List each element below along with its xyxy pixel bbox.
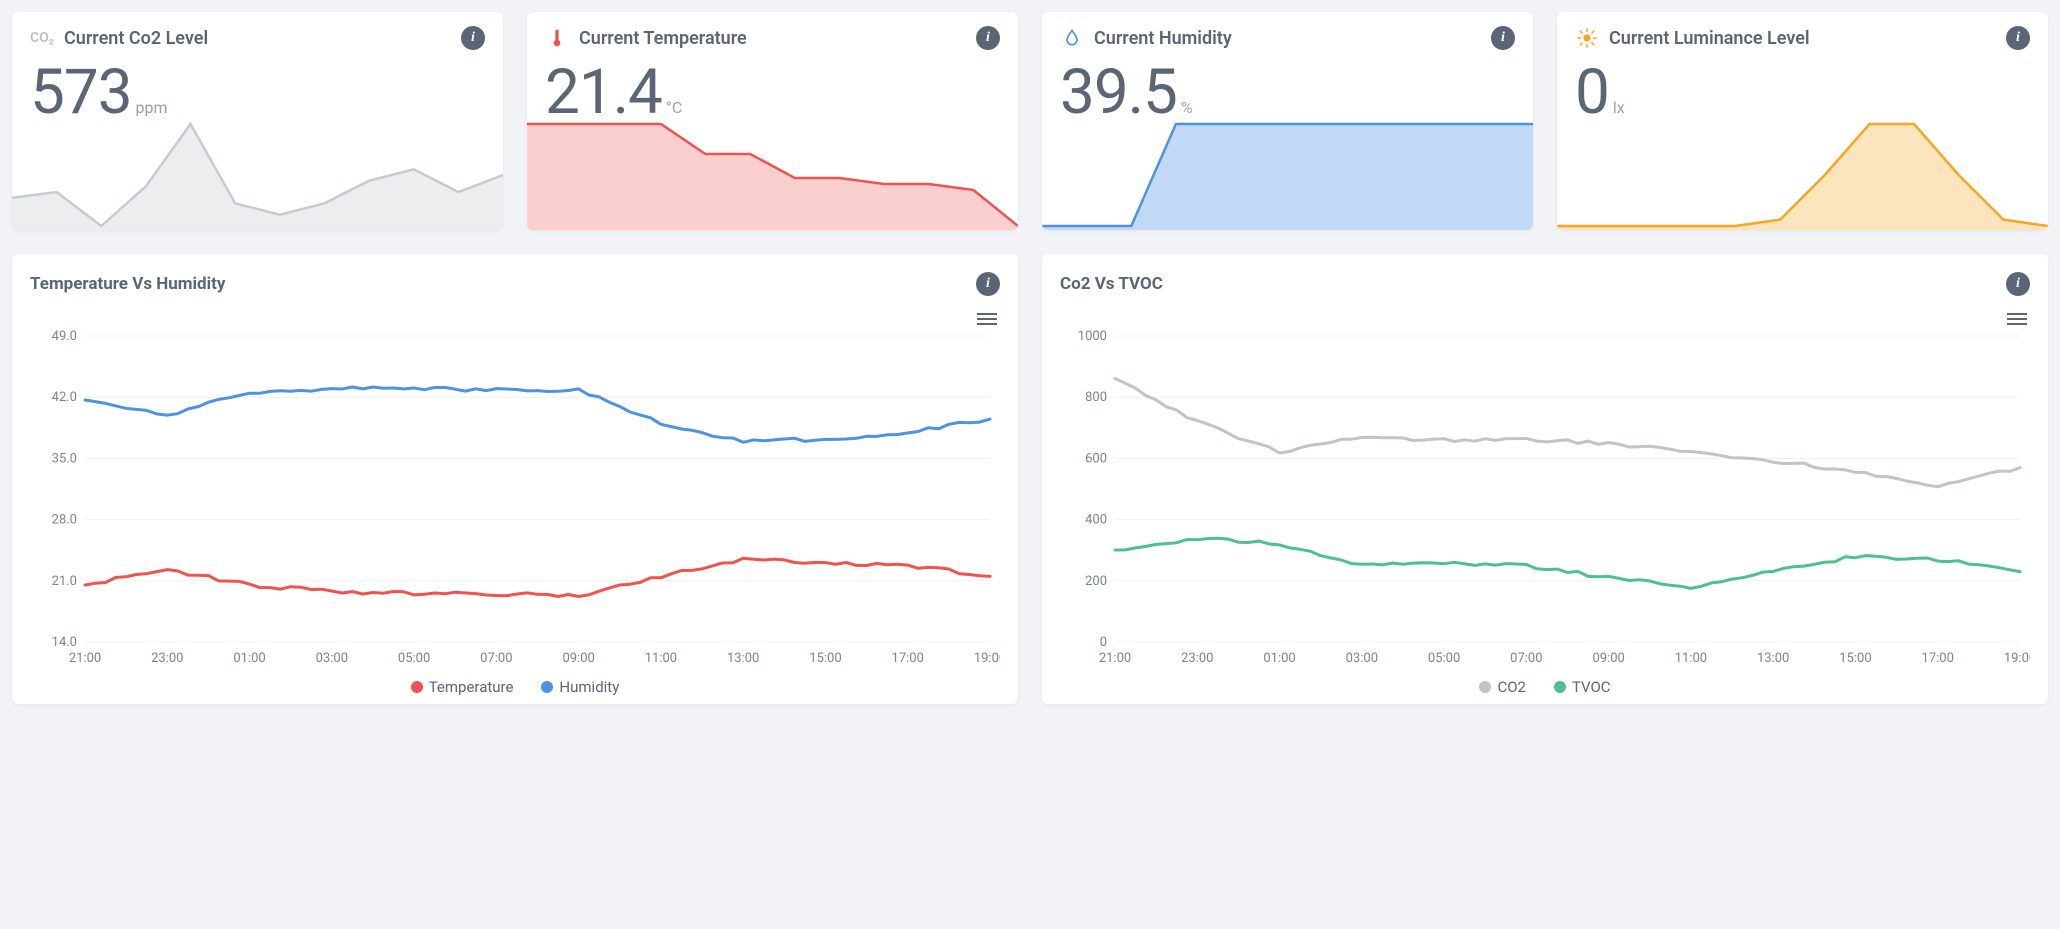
svg-text:01:00: 01:00 [233, 651, 265, 666]
chart-menu-icon[interactable] [2004, 308, 2030, 330]
svg-text:23:00: 23:00 [1181, 651, 1213, 666]
svg-text:13:00: 13:00 [727, 651, 759, 666]
svg-text:09:00: 09:00 [562, 651, 594, 666]
svg-text:11:00: 11:00 [1675, 651, 1707, 666]
svg-text:19:00: 19:00 [974, 651, 1000, 666]
chart-plot: 0 200 400 600 800 1000 21:00 23:00 01:00 03:00 05:… [1060, 330, 2030, 674]
legend-label: Temperature [429, 678, 514, 696]
svg-text:600: 600 [1085, 451, 1107, 466]
info-icon[interactable]: i [2006, 272, 2030, 296]
svg-text:03:00: 03:00 [1346, 651, 1378, 666]
info-icon[interactable]: i [1491, 26, 1515, 50]
svg-text:42.0: 42.0 [52, 390, 77, 405]
svg-text:21.0: 21.0 [52, 574, 77, 589]
legend-item-tvoc[interactable]: TVOC [1554, 678, 1611, 696]
bulb-icon [1575, 26, 1599, 50]
chart-title: Temperature Vs Humidity [30, 274, 976, 294]
legend-label: TVOC [1572, 678, 1611, 696]
legend-item-co2[interactable]: CO2 [1479, 678, 1526, 696]
kpi-title: Current Humidity [1094, 28, 1481, 49]
svg-text:11:00: 11:00 [645, 651, 677, 666]
svg-text:17:00: 17:00 [892, 651, 924, 666]
kpi-row: CO₂ Current Co2 Level i 573 ppm Current … [12, 12, 2048, 230]
kpi-unit: lx [1613, 98, 1625, 117]
svg-text:01:00: 01:00 [1263, 651, 1295, 666]
svg-text:17:00: 17:00 [1922, 651, 1954, 666]
svg-text:35.0: 35.0 [52, 451, 77, 466]
kpi-unit: % [1181, 98, 1193, 117]
svg-text:0: 0 [1100, 635, 1107, 650]
svg-text:28.0: 28.0 [52, 513, 77, 528]
svg-text:09:00: 09:00 [1592, 651, 1624, 666]
svg-text:800: 800 [1085, 390, 1107, 405]
sparkline-co2 [12, 120, 503, 230]
svg-text:05:00: 05:00 [398, 651, 430, 666]
droplet-icon [1060, 26, 1084, 50]
info-icon[interactable]: i [461, 26, 485, 50]
chart-title: Co2 Vs TVOC [1060, 274, 2006, 294]
sparkline-humidity [1042, 120, 1533, 230]
svg-text:13:00: 13:00 [1757, 651, 1789, 666]
svg-text:1000: 1000 [1078, 330, 1107, 344]
sparkline-temperature [527, 120, 1018, 230]
kpi-title: Current Luminance Level [1609, 28, 1996, 49]
chart-plot: 14.0 21.0 28.0 35.0 42.0 49.0 21:00 23:00 01:00 0… [30, 330, 1000, 674]
kpi-value: 0 [1575, 56, 1609, 129]
co2-icon: CO₂ [30, 26, 54, 50]
kpi-title: Current Temperature [579, 28, 966, 49]
chart-card-temp-hum: Temperature Vs Humidity i 14.0 21.0 28.0 35… [12, 254, 1018, 704]
svg-text:21:00: 21:00 [69, 651, 101, 666]
chart-row: Temperature Vs Humidity i 14.0 21.0 28.0 35… [12, 254, 2048, 704]
svg-text:23:00: 23:00 [151, 651, 183, 666]
svg-text:200: 200 [1085, 574, 1107, 589]
svg-text:49.0: 49.0 [52, 330, 77, 344]
legend-label: CO2 [1497, 678, 1526, 696]
svg-text:21:00: 21:00 [1099, 651, 1131, 666]
svg-text:07:00: 07:00 [480, 651, 512, 666]
svg-text:03:00: 03:00 [316, 651, 348, 666]
kpi-card-co2: CO₂ Current Co2 Level i 573 ppm [12, 12, 503, 230]
svg-text:14.0: 14.0 [52, 635, 77, 650]
chart-menu-icon[interactable] [974, 308, 1000, 330]
legend-label: Humidity [559, 678, 619, 696]
kpi-card-temperature: Current Temperature i 21.4 °C [527, 12, 1018, 230]
legend-item-humidity[interactable]: Humidity [541, 678, 619, 696]
thermometer-icon [545, 26, 569, 50]
kpi-value: 21.4 [545, 56, 662, 129]
svg-text:05:00: 05:00 [1428, 651, 1460, 666]
info-icon[interactable]: i [976, 272, 1000, 296]
svg-text:07:00: 07:00 [1510, 651, 1542, 666]
info-icon[interactable]: i [2006, 26, 2030, 50]
kpi-unit: ppm [136, 98, 168, 117]
chart-legend: Temperature Humidity [30, 678, 1000, 696]
kpi-card-luminance: Current Luminance Level i 0 lx [1557, 12, 2048, 230]
kpi-card-humidity: Current Humidity i 39.5 % [1042, 12, 1533, 230]
kpi-unit: °C [666, 98, 682, 117]
chart-legend: CO2 TVOC [1060, 678, 2030, 696]
svg-text:15:00: 15:00 [809, 651, 841, 666]
kpi-title: Current Co2 Level [64, 28, 451, 49]
svg-text:400: 400 [1085, 513, 1107, 528]
svg-text:15:00: 15:00 [1839, 651, 1871, 666]
legend-item-temperature[interactable]: Temperature [411, 678, 514, 696]
chart-card-co2-tvoc: Co2 Vs TVOC i 0 200 400 600 800 1000 21:00 23:0… [1042, 254, 2048, 704]
sparkline-luminance [1557, 120, 2048, 230]
kpi-value: 573 [30, 56, 132, 129]
info-icon[interactable]: i [976, 26, 1000, 50]
svg-text:19:00: 19:00 [2004, 651, 2030, 666]
kpi-value: 39.5 [1060, 56, 1177, 129]
